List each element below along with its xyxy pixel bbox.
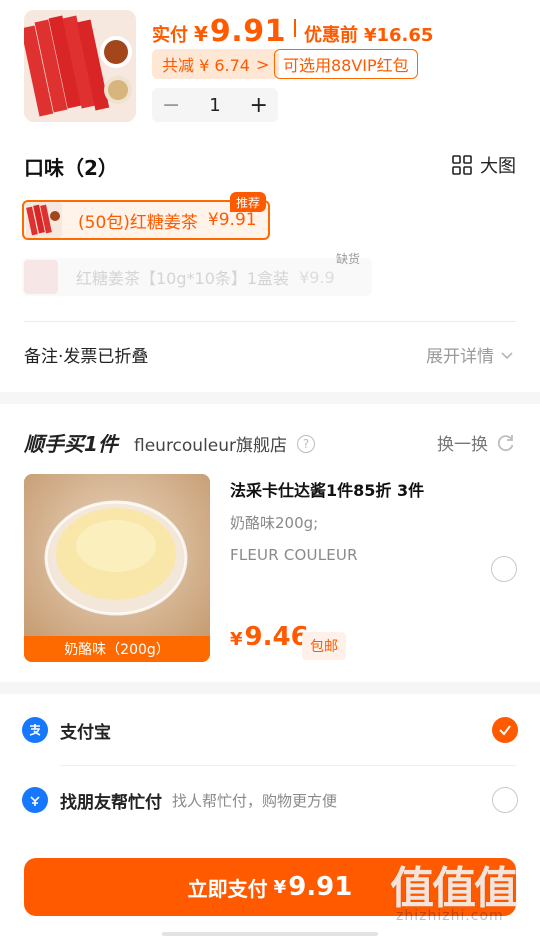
addon-product-brand: FLEUR COULEUR xyxy=(230,546,358,564)
friend-pay-glyph xyxy=(30,796,40,806)
payment-method-desc: 找人帮忙付，购物更方便 xyxy=(172,791,338,810)
chevron-right-icon: > xyxy=(255,54,270,74)
section-gap xyxy=(0,682,540,694)
addon-image-caption: 奶酪味（200g） xyxy=(24,636,210,662)
actual-price-line: 实付 ¥ 9.91 优惠前 ¥16.65 xyxy=(152,14,434,49)
friend-pay-icon xyxy=(22,787,48,813)
expand-details-label: 展开详情 xyxy=(426,347,494,367)
payment-radio[interactable] xyxy=(492,787,518,813)
free-shipping-badge: 包邮 xyxy=(302,632,346,660)
swap-button[interactable]: 换一换 xyxy=(437,430,516,455)
custard-image xyxy=(24,474,210,662)
flavor-option-disabled: 红糖姜茶【10g*10条】1盒装 ¥9.9 xyxy=(22,258,372,296)
original-price-label: 优惠前 xyxy=(303,25,358,46)
expand-details-button[interactable]: 展开详情 xyxy=(426,342,514,367)
watermark: 值值值 zhizhizhi.com xyxy=(390,852,530,936)
quantity-stepper[interactable]: − 1 + xyxy=(152,88,278,122)
vip-coupon-text: 可选用88VIP红包 xyxy=(283,56,409,75)
pay-now-currency: ¥ xyxy=(273,876,287,898)
shop-name-row: fleurcouleur旗舰店 ? xyxy=(134,431,316,456)
grid-icon xyxy=(452,155,472,175)
pay-now-price: 9.91 xyxy=(288,872,353,902)
discount-chip[interactable]: 共减 ¥ 6.74 > xyxy=(152,49,280,79)
shop-name: fleurcouleur旗舰店 xyxy=(134,436,288,456)
payment-method-name: 支付宝 xyxy=(60,722,111,743)
option-thumbnail xyxy=(26,202,62,238)
alipay-icon xyxy=(22,717,48,743)
addon-section-title: 顺手买1件 xyxy=(24,432,118,456)
addon-product-image[interactable]: 奶酪味（200g） xyxy=(24,474,210,662)
help-icon[interactable]: ? xyxy=(297,434,316,453)
price-separator xyxy=(293,19,296,37)
option-image xyxy=(26,202,62,238)
flavor-option-price: ¥9.91 xyxy=(207,210,257,230)
section-divider xyxy=(24,321,516,322)
currency-symbol: ¥ xyxy=(194,22,208,46)
check-glyph xyxy=(499,725,511,736)
addon-currency: ¥ xyxy=(230,629,243,650)
quantity-value: 1 xyxy=(209,94,221,116)
payment-method-name: 找朋友帮忙付 xyxy=(60,792,162,813)
watermark-url: zhizhizhi.com xyxy=(396,908,504,924)
product-thumbnail[interactable] xyxy=(24,10,136,122)
actual-price-label: 实付 xyxy=(152,25,188,46)
addon-price-value: 9.46 xyxy=(244,622,309,652)
section-gap xyxy=(0,392,540,404)
refresh-icon xyxy=(497,434,514,451)
original-price: ¥16.65 xyxy=(363,25,434,46)
addon-select-radio[interactable] xyxy=(491,556,517,582)
payment-method-friend[interactable]: 找朋友帮忙付 找人帮忙付，购物更方便 xyxy=(22,776,518,824)
product-image xyxy=(24,10,136,122)
big-image-label: 大图 xyxy=(480,156,516,177)
flavor-option-label: 红糖姜茶【10g*10条】1盒装 xyxy=(76,269,290,288)
flavor-option-label: (50包)红糖姜茶 xyxy=(78,212,198,233)
addon-product-spec: 奶酪味200g; xyxy=(230,514,319,532)
payment-method-alipay[interactable]: 支付宝 xyxy=(22,706,518,754)
addon-price: ¥ 9.46 xyxy=(230,622,309,652)
addon-product-name[interactable]: 法采卡仕达酱1件85折 3件 xyxy=(230,477,424,501)
flavor-option-price: ¥9.9 xyxy=(299,267,335,287)
out-of-stock-badge: 缺货 xyxy=(336,252,361,266)
chevron-down-icon xyxy=(501,351,513,359)
pay-now-label: 立即支付 xyxy=(187,876,268,901)
option-thumbnail xyxy=(24,260,58,294)
minus-button[interactable]: − xyxy=(162,93,180,118)
payment-divider xyxy=(60,765,516,766)
remark-invoice-label: 备注·发票已折叠 xyxy=(24,347,149,367)
plus-button[interactable]: + xyxy=(250,93,268,118)
alipay-glyph xyxy=(29,724,41,736)
recommend-badge: 推荐 xyxy=(230,192,267,212)
checkmark-icon[interactable] xyxy=(492,717,518,743)
flavor-section-title: 口味（2） xyxy=(24,156,118,180)
discount-text: 共减 ¥ 6.74 xyxy=(162,56,250,75)
home-indicator xyxy=(162,932,378,936)
vip-coupon-chip[interactable]: 可选用88VIP红包 xyxy=(274,49,418,79)
actual-price: 9.91 xyxy=(209,14,286,49)
big-image-toggle[interactable]: 大图 xyxy=(452,152,516,178)
watermark-logo: 值值值 xyxy=(390,863,518,914)
swap-label: 换一换 xyxy=(437,435,488,455)
